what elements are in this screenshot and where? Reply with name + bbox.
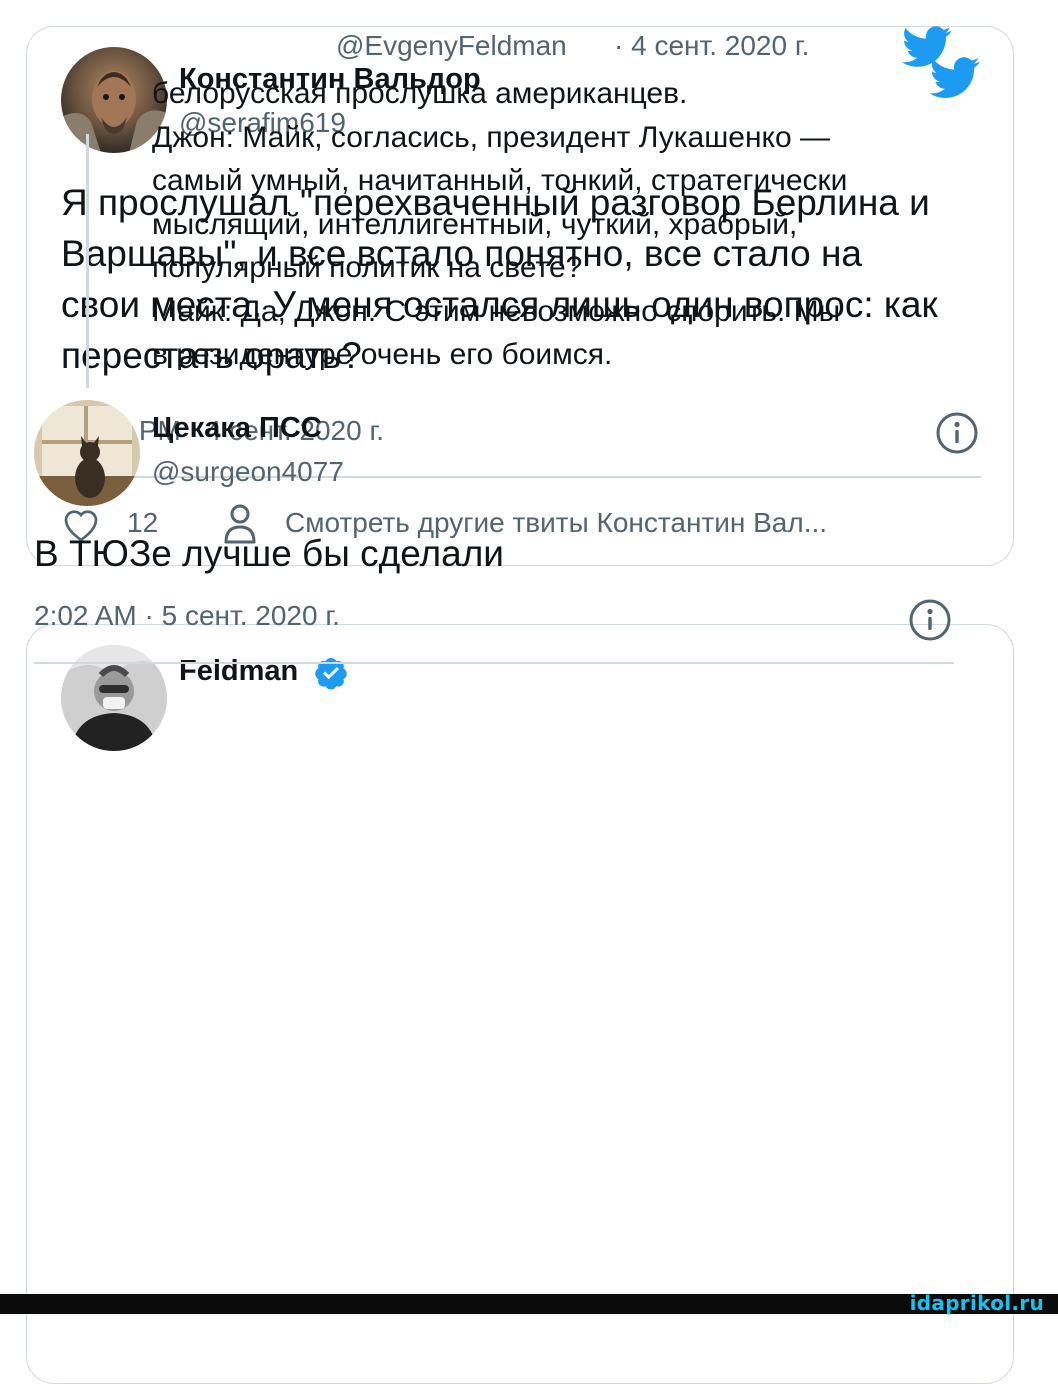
tweet-card-2[interactable]: Feldman (26, 624, 1014, 1384)
quoted-date[interactable]: · 4 сент. 2020 г. (614, 30, 809, 62)
thread-line (86, 134, 89, 388)
quoted-author-handle[interactable]: @EvgenyFeldman (336, 30, 567, 62)
twitter-bird-icon[interactable] (902, 26, 952, 73)
quoted-line: Джон: Майк, согласись, президент Лукашен… (152, 120, 831, 154)
quoted-line: самый умный, начитанный, тонкий, стратег… (152, 164, 848, 197)
avatar[interactable] (61, 645, 167, 751)
quoted-line: Майк: Да, Джон. С этим невозможно спорит… (152, 294, 841, 328)
reply-author-handle[interactable]: @surgeon4077 (152, 456, 344, 488)
quoted-tweet-text: белорусская прослушка американцев. Джон:… (152, 72, 972, 377)
reply-text: В ТЮЗе лучше бы сделали (34, 533, 504, 574)
quoted-line: популярный политик на свете? (152, 251, 583, 284)
divider (34, 662, 954, 664)
watermark-bar: idaprikol.ru (0, 1291, 1058, 1315)
quoted-author-name[interactable]: Feldman (179, 655, 298, 688)
reply-timestamp[interactable]: 2:02 AM · 5 сент. 2020 г. (34, 600, 340, 632)
info-icon[interactable] (935, 411, 979, 460)
info-icon[interactable] (908, 598, 952, 647)
reply-author-name[interactable]: Цекака ПСС (152, 412, 322, 445)
quoted-line: белорусская прослушка американцев. (152, 77, 688, 110)
quoted-line: в резидентуре очень его боимся. (152, 338, 613, 371)
avatar[interactable] (34, 400, 140, 506)
watermark-text: idaprikol.ru (909, 1291, 1044, 1315)
quoted-line: мыслящий, интеллигентный, чуткий, храбры… (152, 207, 798, 241)
